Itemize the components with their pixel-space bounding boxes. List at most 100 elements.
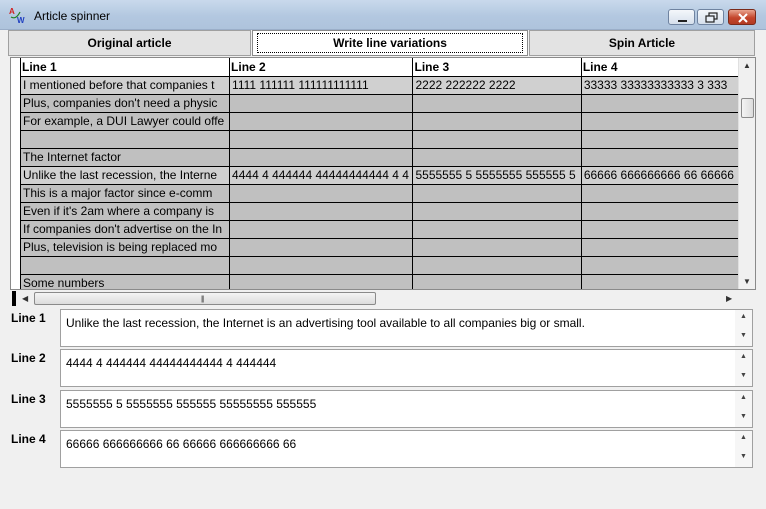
table-cell[interactable] [581,148,739,167]
lines-table: Line 1 Line 2 Line 3 Line 4 I mentioned … [21,58,739,289]
table-cell[interactable] [21,256,231,275]
line-3-scrollbar[interactable]: ▲ ▼ [735,391,752,427]
table-row[interactable]: Plus, television is being replaced mo [21,238,739,257]
table-cell[interactable]: The Internet factor [21,148,231,167]
table-cell[interactable] [412,238,582,257]
table-cell[interactable] [229,112,414,131]
table-cell[interactable]: 66666 666666666 66 66666 [581,166,739,185]
scroll-up-arrow-icon[interactable]: ▲ [740,394,747,401]
table-cell[interactable]: For example, a DUI Lawyer could offe [21,112,231,131]
close-icon [738,13,748,23]
table-cell[interactable] [229,148,414,167]
table-row[interactable]: Plus, companies don't need a physic [21,94,739,113]
scroll-down-arrow-icon[interactable]: ▼ [740,413,747,420]
table-cell[interactable] [581,220,739,239]
table-cell[interactable]: 33333 33333333333 3 333 [581,76,739,95]
column-header[interactable]: Line 1 [21,58,231,77]
table-cell[interactable] [21,130,231,149]
line-grid[interactable]: Line 1 Line 2 Line 3 Line 4 I mentioned … [10,57,756,290]
svg-text:W: W [17,16,25,24]
table-cell[interactable] [412,202,582,221]
table-cell[interactable] [412,148,582,167]
table-cell[interactable] [581,112,739,131]
tab-write-line-variations[interactable]: Write line variations [252,30,528,56]
scroll-down-arrow-icon[interactable]: ▼ [740,332,747,339]
table-cell[interactable]: 1111 111111 111111111111 [229,76,414,95]
table-cell[interactable] [412,184,582,203]
table-cell[interactable]: Even if it's 2am where a company is [21,202,231,221]
table-header-row: Line 1 Line 2 Line 3 Line 4 [21,58,739,77]
table-cell[interactable] [229,184,414,203]
line-3-textarea[interactable]: 5555555 5 5555555 555555 55555555 555555… [60,390,753,428]
scroll-down-arrow-icon[interactable]: ▼ [740,453,747,460]
table-cell[interactable] [412,256,582,275]
restore-button[interactable] [697,9,724,25]
line-4-textarea[interactable]: 66666 666666666 66 66666 666666666 66 ▲ … [60,430,753,468]
app-icon: A W [9,7,25,24]
table-cell[interactable]: This is a major factor since e-comm [21,184,231,203]
line-1-scrollbar[interactable]: ▲ ▼ [735,310,752,346]
table-row[interactable]: If companies don't advertise on the In [21,220,739,239]
table-cell[interactable] [229,94,414,113]
scroll-left-arrow-icon[interactable]: ◀ [22,294,28,304]
table-cell[interactable] [581,238,739,257]
table-row[interactable]: Unlike the last recession, the Interne 44… [21,166,739,185]
table-cell[interactable]: If companies don't advertise on the In [21,220,231,239]
line-2-textarea[interactable]: 4444 4 444444 44444444444 4 444444 ▲ ▼ [60,349,753,387]
table-row[interactable]: Even if it's 2am where a company is [21,202,739,221]
scroll-up-arrow-icon[interactable]: ▲ [740,434,747,441]
table-cell[interactable] [229,256,414,275]
table-cell[interactable] [412,130,582,149]
scroll-up-arrow-icon[interactable]: ▲ [740,313,747,320]
line-4-scrollbar[interactable]: ▲ ▼ [735,431,752,467]
table-row[interactable]: The Internet factor [21,148,739,167]
table-cell[interactable] [229,130,414,149]
table-cell[interactable] [581,202,739,221]
table-cell[interactable]: Plus, television is being replaced mo [21,238,231,257]
table-row[interactable]: Some numbers [21,274,739,289]
table-row[interactable] [21,130,739,149]
table-cell[interactable] [581,256,739,275]
scroll-up-arrow-icon[interactable]: ▲ [743,61,751,71]
column-header[interactable]: Line 2 [229,58,414,77]
column-header[interactable]: Line 3 [412,58,582,77]
table-cell[interactable] [229,202,414,221]
grid-vertical-scroll-thumb[interactable] [741,98,754,118]
table-cell[interactable]: 4444 4 444444 44444444444 4 4 [229,166,414,185]
line-2-scrollbar[interactable]: ▲ ▼ [735,350,752,386]
close-button[interactable] [728,9,756,25]
table-row[interactable]: For example, a DUI Lawyer could offe [21,112,739,131]
line-1-textarea[interactable]: Unlike the last recession, the Internet … [60,309,753,347]
table-row[interactable]: This is a major factor since e-comm [21,184,739,203]
scroll-up-arrow-icon[interactable]: ▲ [740,353,747,360]
table-cell[interactable] [412,94,582,113]
grid-horizontal-scroll-thumb[interactable]: ||| [34,292,376,305]
table-row[interactable]: I mentioned before that companies t 1111 … [21,76,739,95]
table-cell[interactable] [581,94,739,113]
table-cell[interactable] [581,130,739,149]
tab-spin-article[interactable]: Spin Article [529,30,755,56]
minimize-button[interactable] [668,9,695,25]
scroll-down-arrow-icon[interactable]: ▼ [743,277,751,287]
scroll-down-arrow-icon[interactable]: ▼ [740,372,747,379]
table-cell[interactable]: 5555555 5 5555555 555555 5 [412,166,582,185]
grid-vertical-scrollbar[interactable]: ▲ ▼ [738,58,755,289]
column-header[interactable]: Line 4 [581,58,739,77]
table-cell[interactable] [229,274,414,289]
table-cell[interactable] [581,184,739,203]
table-cell[interactable]: Unlike the last recession, the Interne [21,166,231,185]
table-cell[interactable] [229,238,414,257]
tab-original-article[interactable]: Original article [8,30,251,56]
table-cell[interactable]: Plus, companies don't need a physic [21,94,231,113]
table-cell[interactable] [412,274,582,289]
table-cell[interactable] [412,220,582,239]
table-cell[interactable]: Some numbers [21,274,231,289]
scroll-right-arrow-icon[interactable]: ▶ [726,294,732,304]
table-cell[interactable] [229,220,414,239]
table-cell[interactable]: 2222 222222 2222 [412,76,582,95]
table-cell[interactable] [412,112,582,131]
table-cell[interactable]: I mentioned before that companies t [21,76,231,95]
table-cell[interactable] [581,274,739,289]
grid-horizontal-scrollbar[interactable]: ◀ ||| ▶ [18,290,738,307]
table-row[interactable] [21,256,739,275]
